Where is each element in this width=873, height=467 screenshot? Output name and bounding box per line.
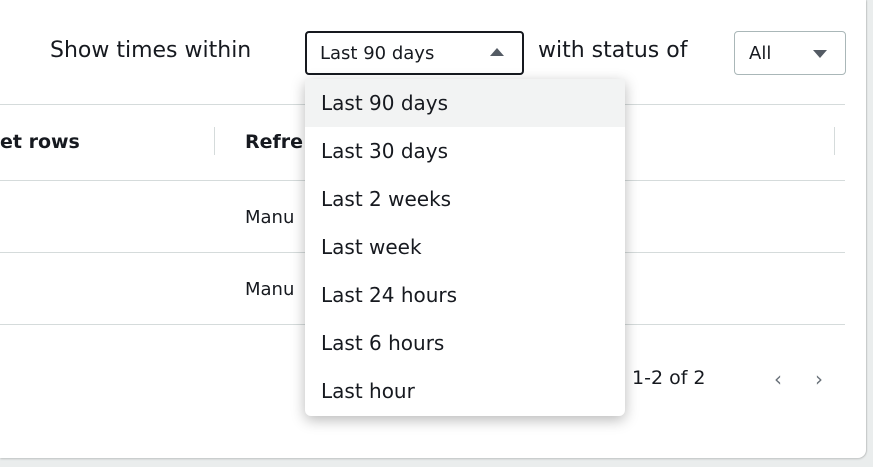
refresh-cell: Manu [245, 279, 295, 300]
dropdown-option-last-30-days[interactable]: Last 30 days [305, 127, 625, 175]
prev-page-icon[interactable]: ‹ [774, 367, 782, 391]
next-page-icon[interactable]: › [815, 367, 823, 391]
refresh-cell: Manu [245, 207, 295, 228]
time-range-value: Last 90 days [320, 42, 435, 64]
dropdown-option-last-6-hours[interactable]: Last 6 hours [305, 319, 625, 367]
column-header-refresh[interactable]: Refre [245, 131, 303, 153]
status-filter-label: with status of [538, 38, 688, 63]
time-range-select[interactable]: Last 90 days [305, 31, 524, 75]
caret-up-icon [490, 48, 504, 56]
executions-panel: Show times within Last 90 days with stat… [0, 0, 866, 458]
dropdown-option-last-24-hours[interactable]: Last 24 hours [305, 271, 625, 319]
caret-down-icon [813, 50, 827, 58]
column-header-rows[interactable]: et rows [0, 131, 80, 153]
times-filter-label: Show times within [50, 38, 252, 63]
dropdown-option-last-week[interactable]: Last week [305, 223, 625, 271]
status-value: All [749, 42, 772, 64]
column-divider[interactable] [214, 127, 215, 155]
status-select[interactable]: All [734, 31, 846, 75]
time-range-dropdown: Last 90 days Last 30 days Last 2 weeks L… [305, 79, 625, 416]
dropdown-option-last-90-days[interactable]: Last 90 days [305, 79, 625, 127]
column-divider[interactable] [834, 127, 835, 155]
dropdown-option-last-2-weeks[interactable]: Last 2 weeks [305, 175, 625, 223]
pagination-count: 1-2 of 2 [632, 367, 706, 389]
dropdown-option-last-hour[interactable]: Last hour [305, 367, 625, 415]
